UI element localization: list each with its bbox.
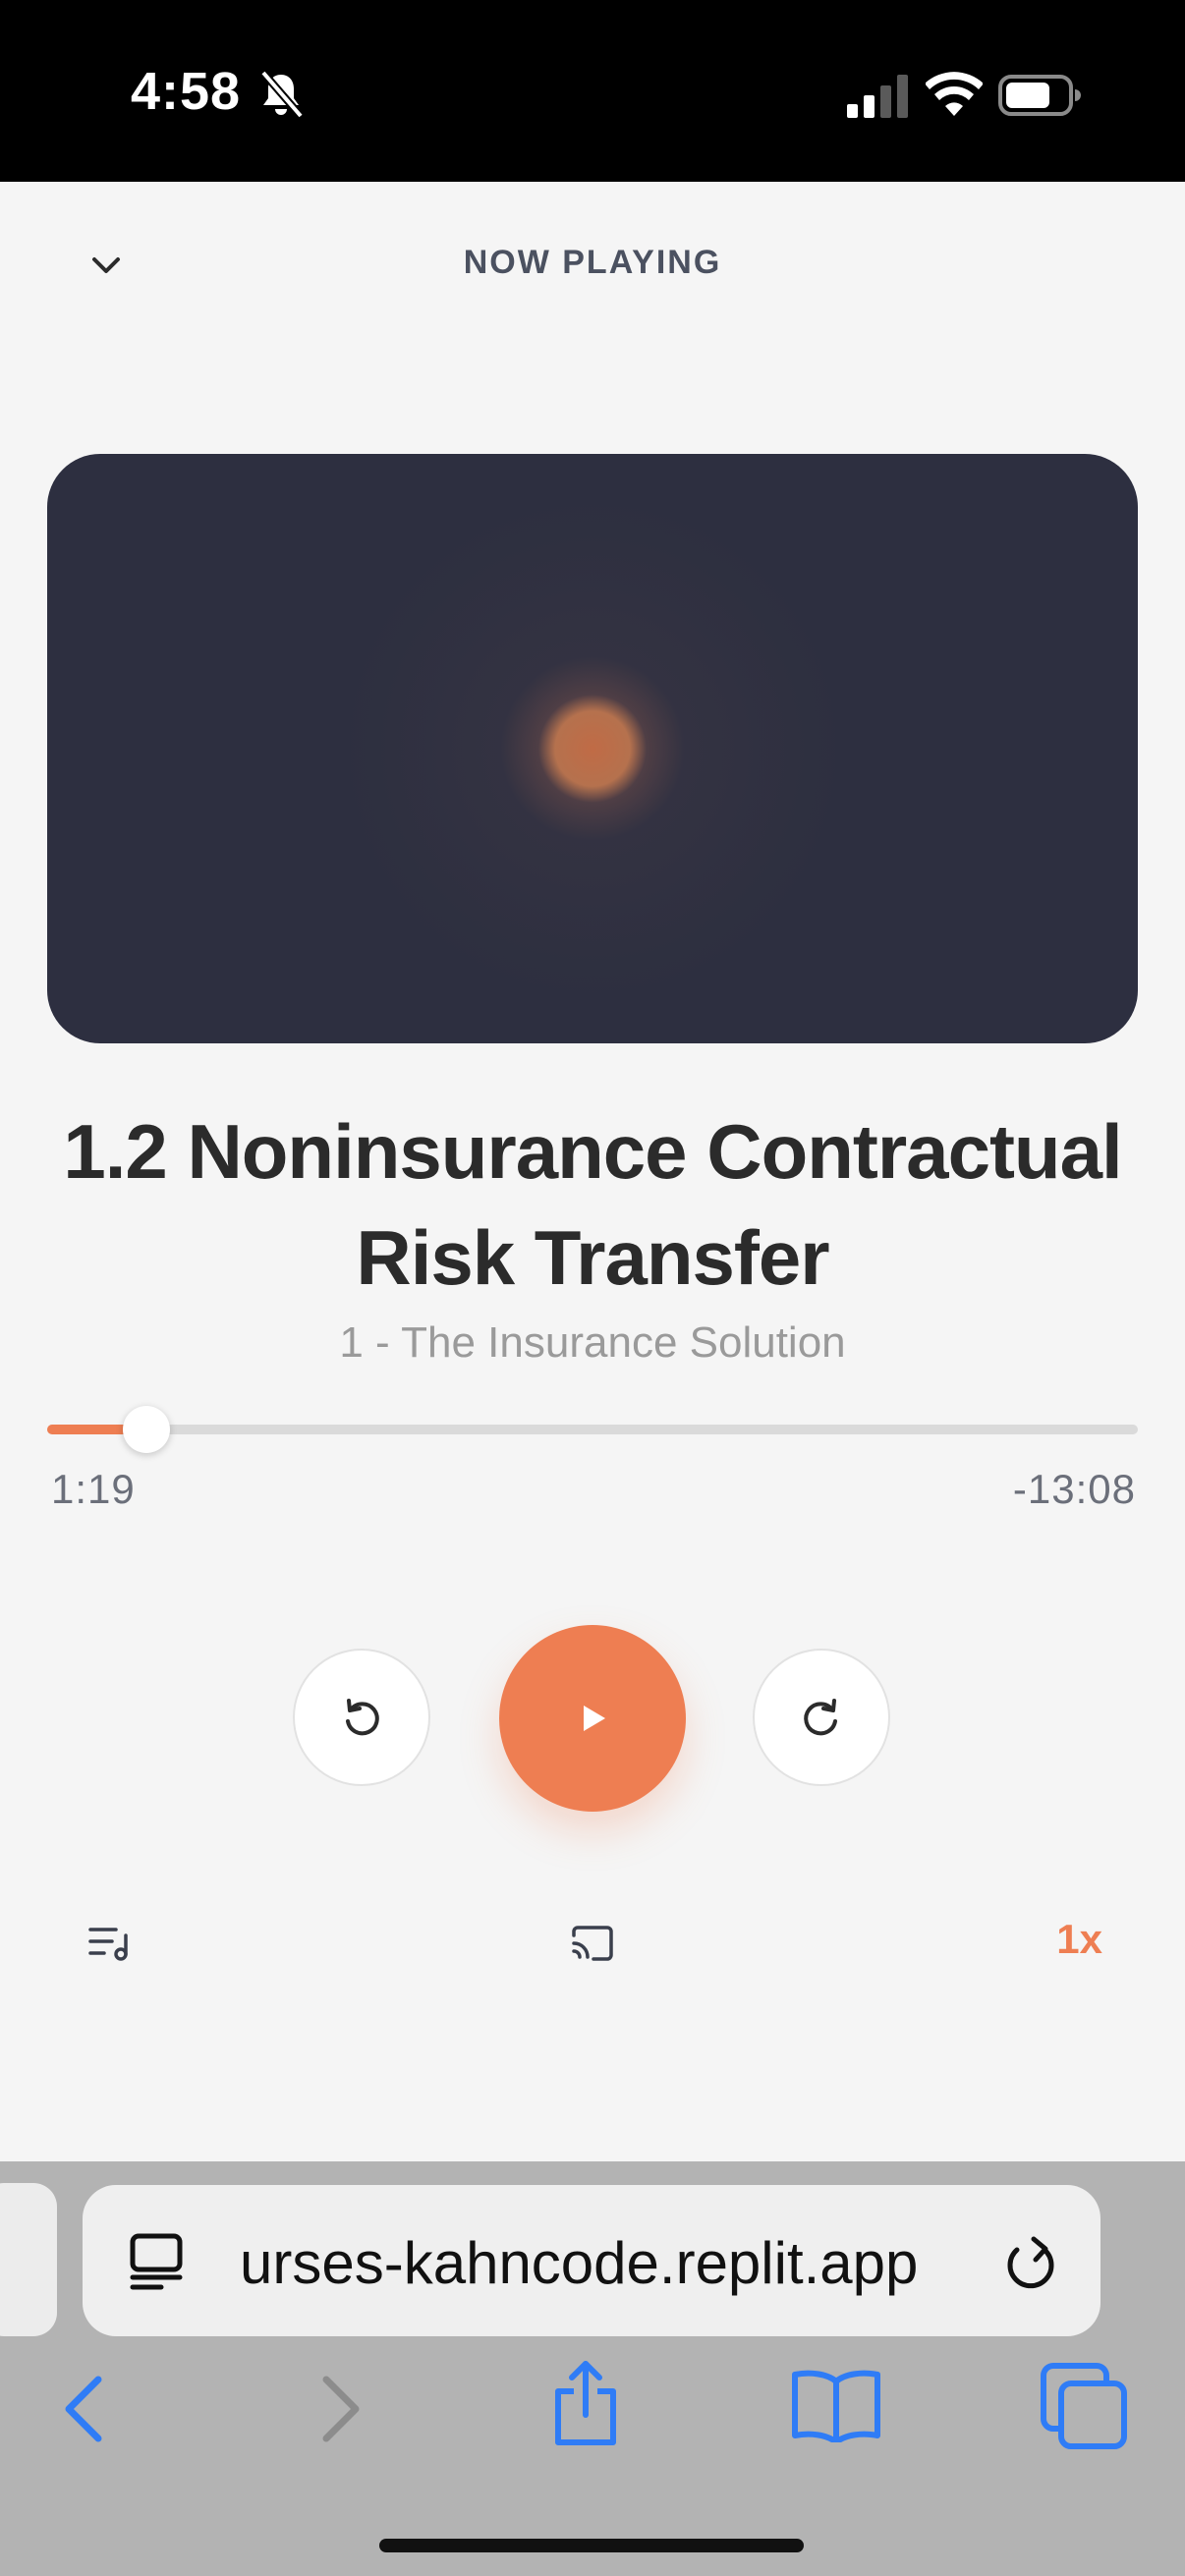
cellular-signal-icon [847, 75, 908, 118]
page-menu-icon[interactable] [128, 2232, 185, 2291]
bookmarks-icon[interactable] [790, 2368, 882, 2442]
progress-slider[interactable] [47, 1406, 1138, 1453]
cast-icon[interactable] [570, 1924, 615, 1963]
forward-button[interactable] [753, 1649, 890, 1786]
battery-icon [998, 75, 1081, 116]
time-remaining: -13:08 [1012, 1466, 1136, 1512]
status-time: 4:58 [131, 62, 242, 121]
track-title: 1.2 Noninsurance Contractual Risk Transf… [63, 1108, 1122, 1301]
url-text[interactable]: urses-kahncode.replit.app [240, 2224, 967, 2303]
album-artwork [47, 454, 1138, 1043]
playback-speed-button[interactable]: 1x [1056, 1916, 1102, 1963]
page-title: NOW PLAYING [463, 244, 722, 281]
playlist-icon[interactable] [88, 1924, 134, 1963]
time-elapsed: 1:19 [51, 1466, 136, 1512]
forward-icon [804, 1699, 837, 1736]
home-indicator [379, 2539, 804, 2552]
wifi-icon [926, 72, 983, 116]
tabs-icon[interactable] [1040, 2362, 1130, 2452]
share-icon[interactable] [548, 2358, 623, 2448]
previous-tab-preview[interactable] [0, 2183, 57, 2336]
track-subtitle: 1 - The Insurance Solution [339, 1318, 846, 1367]
play-button[interactable] [499, 1625, 686, 1812]
play-icon [584, 1706, 605, 1731]
progress-thumb[interactable] [123, 1406, 170, 1453]
artwork-glow [298, 454, 887, 1043]
reload-icon[interactable] [1000, 2230, 1061, 2295]
rewind-icon [346, 1699, 379, 1736]
rewind-button[interactable] [293, 1649, 430, 1786]
bell-off-icon [259, 70, 305, 119]
status-bar: 4:58 [0, 0, 1185, 182]
back-icon[interactable] [59, 2374, 108, 2444]
forward-nav-icon[interactable] [316, 2374, 366, 2444]
